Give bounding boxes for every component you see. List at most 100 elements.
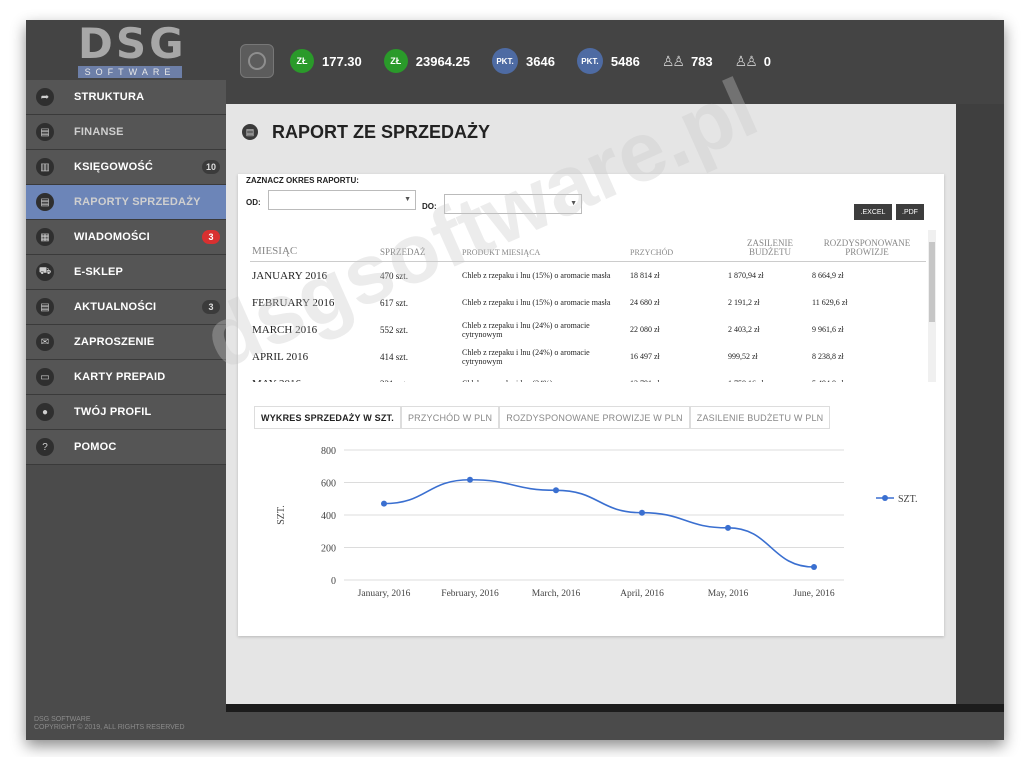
sidebar-item-label: WIADOMOŚCI — [74, 231, 150, 243]
table-cell: Chleb z rzepaku i lnu (24%) o aromacie c… — [462, 320, 590, 339]
col-header-sales: SPRZEDAŻ — [380, 247, 426, 257]
cart-icon: ⛟ — [36, 263, 54, 281]
sidebar-item-label: E-SKLEP — [74, 266, 124, 278]
sidebar-item-karty-prepaid[interactable]: ▭ KARTY PREPAID — [26, 360, 226, 395]
to-date-select[interactable]: ▼ — [444, 194, 582, 214]
legend-marker — [882, 495, 888, 501]
sidebar-item-struktura[interactable]: ➦ STRUKTURA — [26, 80, 226, 115]
zl-coin-icon: ZŁ — [290, 49, 314, 73]
to-label: DO: — [422, 202, 437, 211]
logo-text: DSG — [78, 20, 187, 68]
tab-chart-2[interactable]: ROZDYSPONOWANE PROWIZJE W PLN — [499, 406, 690, 428]
messages-icon: ▦ — [36, 228, 54, 246]
sidebar-item-twój-profil[interactable]: ● TWÓJ PROFIL — [26, 395, 226, 430]
profile-icon: ● — [36, 403, 54, 421]
table-cell: APRIL 2016 — [252, 350, 309, 363]
table-cell: 414 szt. — [380, 351, 408, 362]
data-point — [553, 487, 559, 494]
sidebar-item-e-sklep[interactable]: ⛟ E-SKLEP — [26, 255, 226, 290]
x-tick-label: May, 2016 — [708, 589, 749, 599]
people-icon: ♙♙ — [661, 52, 685, 69]
sidebar-item-księgowość[interactable]: ▥ KSIĘGOWOŚĆ 10 — [26, 150, 226, 185]
table-cell: 9 961,6 zł — [812, 325, 844, 334]
stat-value: 5486 — [610, 53, 640, 69]
user-icon — [248, 52, 266, 70]
sidebar-item-label: RAPORTY SPRZEDAŻY — [74, 196, 201, 208]
table-cell: 1 758,16 zł — [728, 379, 812, 382]
y-tick-label: 400 — [321, 511, 336, 522]
chevron-down-icon: ▼ — [404, 196, 411, 203]
sidebar-item-zaproszenie[interactable]: ✉ ZAPROSZENIE — [26, 325, 226, 360]
stat-points-1: PKT. 3646 — [492, 48, 555, 74]
table-header: MIESIĄC SPRZEDAŻ PRODUKT MIESIĄCA PRZYCH… — [250, 230, 926, 262]
share-arrow-icon: ➦ — [36, 88, 54, 106]
table-cell: Chleb z rzepaku i lnu (15%) o aromacie m… — [462, 298, 611, 307]
sidebar-item-pomoc[interactable]: ? POMOC — [26, 430, 226, 465]
help-icon: ? — [36, 438, 54, 456]
table-cell: 1 870,94 zł — [728, 271, 764, 280]
sidebar: ➦ STRUKTURA ▤ FINANSE ▥ KSIĘGOWOŚĆ 10 ▤ RAPORTY … — [26, 80, 226, 740]
from-date-select[interactable]: ▼ — [268, 190, 416, 210]
y-tick-label: 600 — [321, 479, 336, 490]
table-cell: Chleb z rzepaku i lnu (24%) o aromacie c… — [462, 347, 590, 366]
col-header-budget: ZASILENIE BUDŻETU — [747, 238, 793, 257]
table-row: JANUARY 2016 470 szt. Chleb z rzepaku i ln… — [250, 262, 926, 289]
news-icon: ▤ — [36, 298, 54, 316]
table-cell: Chleb z rzepaku i lnu (15%) o aromacie m… — [462, 271, 611, 280]
table-cell: 8 238,8 zł — [812, 352, 844, 361]
sidebar-item-raporty-sprzedaży[interactable]: ▤ RAPORTY SPRZEDAŻY — [26, 185, 226, 220]
data-point — [467, 476, 473, 483]
page-title: RAPORT ZE SPRZEDAŻY — [272, 122, 491, 142]
new-people-icon: ♙♙ — [734, 52, 758, 69]
col-header-month: MIESIĄC — [252, 245, 298, 257]
table-cell: 12 791 zł — [630, 379, 728, 382]
table-cell: JANUARY 2016 — [252, 269, 328, 282]
table-cell: 617 szt. — [380, 297, 408, 308]
table-scrollbar[interactable] — [928, 230, 936, 382]
x-tick-label: June, 2016 — [793, 589, 834, 599]
right-panel — [956, 104, 1004, 704]
bottom-bar — [226, 704, 1004, 712]
report-icon: ▤ — [242, 124, 258, 140]
main-content: ▤ RAPORT ZE SPRZEDAŻY ZAZNACZ OKRES RAPO… — [226, 104, 956, 704]
series-line — [383, 478, 815, 568]
stat-balance-1: ZŁ 177.30 — [290, 49, 362, 73]
x-tick-label: March, 2016 — [532, 589, 581, 599]
export-excel-button[interactable]: .EXCEL — [854, 204, 892, 220]
stat-value: 3646 — [526, 53, 555, 69]
stat-value: 23964.25 — [415, 53, 470, 69]
count-badge: 3 — [202, 230, 220, 244]
scrollbar-thumb[interactable] — [929, 242, 935, 322]
from-label: OD: — [246, 198, 261, 207]
tab-chart-1[interactable]: PRZYCHÓD W PLN — [400, 406, 500, 428]
data-point — [381, 500, 387, 507]
table-cell: 5 494,8 zł — [812, 379, 922, 382]
stat-new-people: ♙♙ 0 — [735, 53, 771, 70]
sidebar-item-finanse[interactable]: ▤ FINANSE — [26, 115, 226, 150]
table-body: JANUARY 2016 470 szt. Chleb z rzepaku i ln… — [250, 262, 926, 383]
tab-chart-0[interactable]: WYKRES SPRZEDAŻY W SZT. — [254, 406, 401, 428]
stat-value: 177.30 — [322, 53, 362, 69]
tab-chart-3[interactable]: ZASILENIE BUDŻETU W PLN — [689, 406, 831, 428]
avatar[interactable] — [240, 44, 274, 78]
x-tick-label: January, 2016 — [358, 589, 411, 599]
table-cell: 11 629,6 zł — [812, 298, 848, 307]
sidebar-item-label: KSIĘGOWOŚĆ — [74, 161, 154, 173]
table-cell: 18 814 zł — [630, 271, 660, 280]
stat-balance-2: ZŁ 23964.25 — [383, 49, 470, 73]
logo[interactable]: DSG SOFTWARE — [78, 20, 188, 78]
export-pdf-button[interactable]: .PDF — [896, 204, 924, 220]
card-icon: ▭ — [36, 368, 54, 386]
report-table: MIESIĄC SPRZEDAŻ PRODUKT MIESIĄCA PRZYCH… — [250, 230, 926, 382]
table-cell: 16 497 zł — [630, 352, 660, 361]
table-cell: 24 680 zł — [630, 298, 660, 307]
report-icon: ▤ — [36, 193, 54, 211]
sidebar-item-aktualności[interactable]: ▤ AKTUALNOŚCI 3 — [26, 290, 226, 325]
sidebar-item-wiadomości[interactable]: ▦ WIADOMOŚCI 3 — [26, 220, 226, 255]
stat-value: 0 — [763, 53, 771, 69]
finance-icon: ▤ — [36, 123, 54, 141]
points-icon: PKT. — [492, 48, 518, 74]
footer-line-2: COPYRIGHT © 2019, ALL RIGHTS RESERVED — [34, 724, 185, 731]
range-label: ZAZNACZ OKRES RAPORTU: — [246, 176, 359, 185]
data-point — [639, 509, 645, 516]
